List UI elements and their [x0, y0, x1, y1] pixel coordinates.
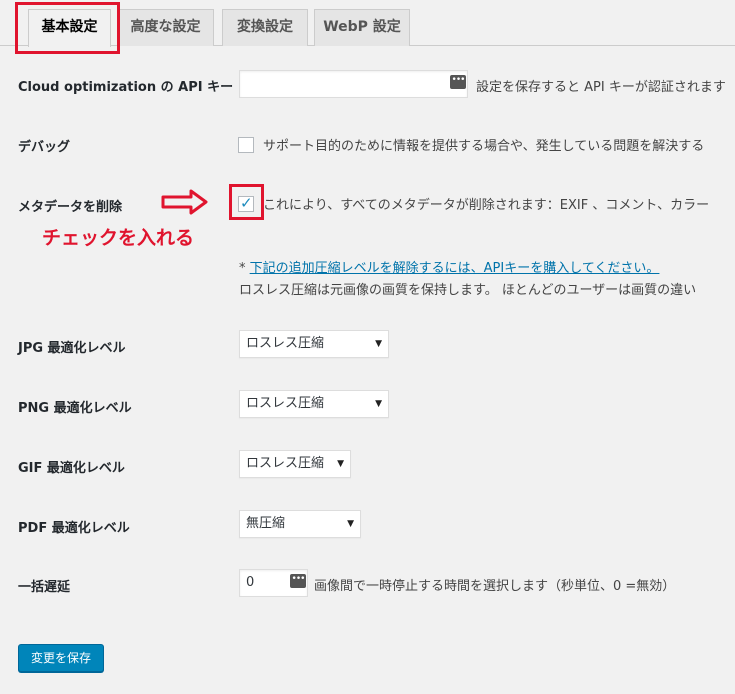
- bulk-delay-label: 一括遅延: [18, 580, 71, 595]
- checkbox-highlight-box: [229, 184, 264, 220]
- png-level-select[interactable]: ロスレス圧縮 ▼: [239, 390, 389, 418]
- arrow-right-icon: [161, 189, 208, 215]
- api-key-input[interactable]: [239, 70, 468, 98]
- dropdown-arrow-icon: ▼: [347, 519, 354, 529]
- pdf-level-value: 無圧縮: [246, 516, 286, 531]
- png-level-value: ロスレス圧縮: [246, 396, 325, 411]
- debug-description: サポート目的のために情報を提供する場合や、発生している問題を解決する: [263, 139, 705, 154]
- png-level-label: PNG 最適化レベル: [18, 401, 132, 416]
- metadata-description: これにより、すべてのメタデータが削除されます：EXIF 、コメント、カラー: [263, 198, 710, 213]
- jpg-level-select[interactable]: ロスレス圧縮 ▼: [239, 330, 389, 358]
- notice-prefix: *: [239, 261, 250, 276]
- pdf-level-select[interactable]: 無圧縮 ▼: [239, 510, 361, 538]
- notice-line-2: ロスレス圧縮は元画像の画質を保持します。 ほとんどのユーザーは画質の違い: [239, 283, 697, 298]
- tab-conversion-settings[interactable]: 変換設定: [222, 9, 308, 46]
- buy-api-key-link[interactable]: 下記の追加圧縮レベルを解除するには、APIキーを購入してください。: [250, 261, 660, 276]
- key-dots-icon[interactable]: •••: [450, 75, 466, 89]
- debug-checkbox[interactable]: [238, 137, 254, 153]
- gif-level-label: GIF 最適化レベル: [18, 461, 125, 476]
- bulk-delay-description: 画像間で一時停止する時間を選択します（秒単位、0 =無効）: [314, 579, 676, 594]
- gif-level-select[interactable]: ロスレス圧縮 ▼: [239, 450, 351, 478]
- tab-highlight-box: [15, 2, 120, 54]
- tab-advanced-settings[interactable]: 高度な設定: [117, 9, 214, 46]
- pdf-level-label: PDF 最適化レベル: [18, 521, 130, 536]
- api-key-help-text: 設定を保存すると API キーが認証されます: [476, 80, 726, 95]
- number-stepper-icon[interactable]: •••: [290, 574, 306, 588]
- api-key-label: Cloud optimization の API キー: [18, 80, 234, 95]
- tab-webp-settings[interactable]: WebP 設定: [314, 9, 410, 46]
- save-changes-button[interactable]: 変更を保存: [18, 644, 104, 672]
- notice-line-1: * 下記の追加圧縮レベルを解除するには、APIキーを購入してください。: [239, 257, 735, 276]
- dropdown-arrow-icon: ▼: [337, 459, 344, 469]
- jpg-level-label: JPG 最適化レベル: [18, 341, 126, 356]
- gif-level-value: ロスレス圧縮: [246, 456, 325, 471]
- dropdown-arrow-icon: ▼: [375, 399, 382, 409]
- dropdown-arrow-icon: ▼: [375, 339, 382, 349]
- annotation-text: チェックを入れる: [42, 227, 195, 249]
- jpg-level-value: ロスレス圧縮: [246, 336, 325, 351]
- debug-label: デバッグ: [18, 140, 71, 155]
- metadata-label: メタデータを削除: [18, 200, 123, 215]
